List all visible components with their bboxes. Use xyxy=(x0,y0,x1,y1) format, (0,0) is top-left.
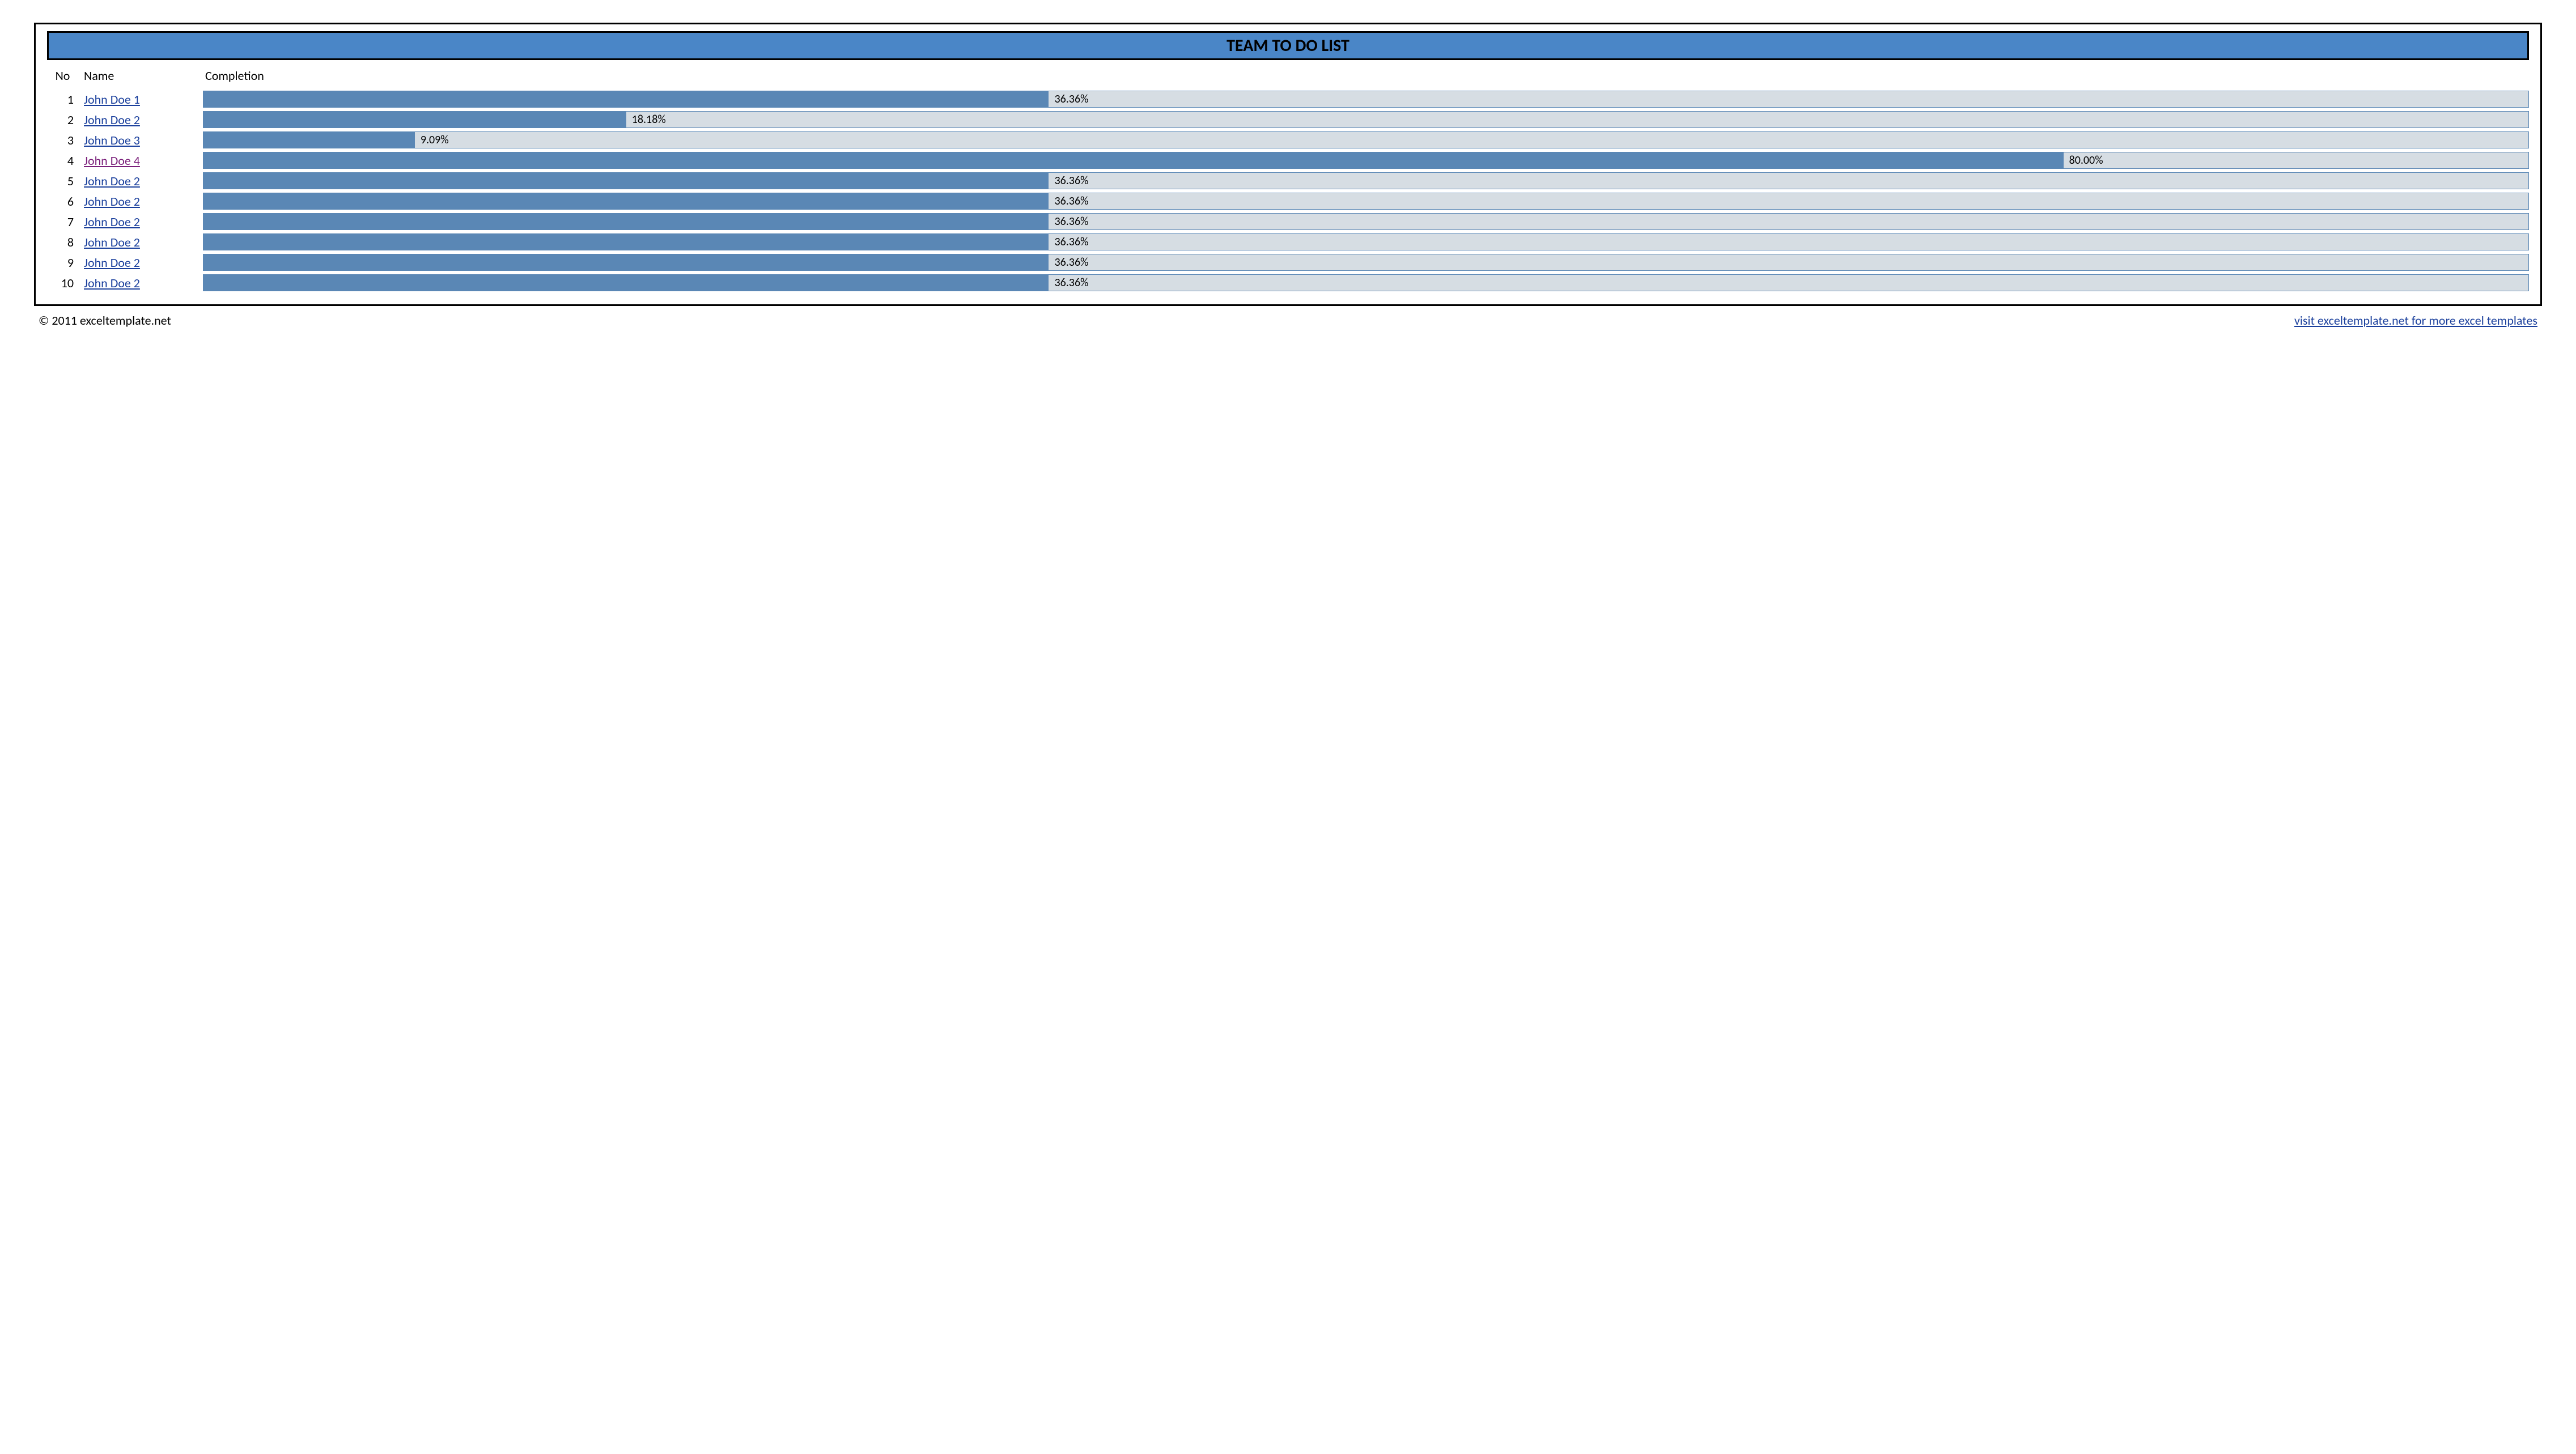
progress-bar: 36.36% xyxy=(203,213,2529,230)
name-link[interactable]: John Doe 3 xyxy=(84,133,140,148)
row-number: 8 xyxy=(47,235,78,250)
footer: © 2011 exceltemplate.net visit exceltemp… xyxy=(34,306,2542,328)
progress-label: 36.36% xyxy=(1049,256,1088,269)
name-link[interactable]: John Doe 4 xyxy=(84,153,140,168)
progress-bar: 18.18% xyxy=(203,111,2529,128)
progress-label: 80.00% xyxy=(2064,154,2103,167)
completion-cell: 36.36% xyxy=(203,232,2529,252)
completion-cell: 9.09% xyxy=(203,130,2529,150)
row-name: John Doe 2 xyxy=(84,194,197,209)
name-link[interactable]: John Doe 2 xyxy=(84,275,140,291)
progress-label: 18.18% xyxy=(626,113,666,126)
name-link[interactable]: John Doe 2 xyxy=(84,235,140,250)
name-link[interactable]: John Doe 2 xyxy=(84,173,140,189)
header-completion: Completion xyxy=(203,65,2529,89)
progress-bar: 80.00% xyxy=(203,152,2529,169)
progress-label: 36.36% xyxy=(1049,92,1088,106)
footer-link[interactable]: visit exceltemplate.net for more excel t… xyxy=(2294,313,2537,328)
progress-bar: 36.36% xyxy=(203,233,2529,250)
name-link[interactable]: John Doe 1 xyxy=(84,92,140,107)
row-number: 7 xyxy=(47,214,78,229)
row-number: 3 xyxy=(47,133,78,148)
progress-fill xyxy=(203,112,626,127)
row-name: John Doe 4 xyxy=(84,153,197,168)
progress-fill xyxy=(203,275,1049,291)
name-link[interactable]: John Doe 2 xyxy=(84,214,140,229)
completion-cell: 36.36% xyxy=(203,211,2529,232)
row-number: 4 xyxy=(47,153,78,168)
row-name: John Doe 2 xyxy=(84,112,197,127)
progress-bar: 36.36% xyxy=(203,193,2529,210)
completion-cell: 36.36% xyxy=(203,171,2529,191)
progress-bar: 36.36% xyxy=(203,254,2529,271)
progress-bar: 36.36% xyxy=(203,91,2529,108)
progress-label: 36.36% xyxy=(1049,235,1088,249)
progress-bar: 36.36% xyxy=(203,274,2529,291)
progress-label: 36.36% xyxy=(1049,276,1088,290)
progress-label: 36.36% xyxy=(1049,174,1088,188)
page-title: TEAM TO DO LIST xyxy=(47,31,2529,60)
row-name: John Doe 2 xyxy=(84,235,197,250)
completion-cell: 80.00% xyxy=(203,150,2529,171)
progress-fill xyxy=(203,152,2064,168)
row-number: 5 xyxy=(47,173,78,189)
progress-label: 9.09% xyxy=(415,133,449,147)
row-name: John Doe 3 xyxy=(84,133,197,148)
name-link[interactable]: John Doe 2 xyxy=(84,255,140,270)
progress-label: 36.36% xyxy=(1049,215,1088,228)
progress-bar: 36.36% xyxy=(203,172,2529,189)
row-number: 2 xyxy=(47,112,78,127)
row-name: John Doe 1 xyxy=(84,92,197,107)
completion-cell: 18.18% xyxy=(203,109,2529,130)
row-name: John Doe 2 xyxy=(84,173,197,189)
progress-fill xyxy=(203,132,415,148)
row-number: 10 xyxy=(47,275,78,291)
completion-cell: 36.36% xyxy=(203,89,2529,109)
completion-cell: 36.36% xyxy=(203,191,2529,211)
progress-fill xyxy=(203,173,1049,189)
progress-fill xyxy=(203,254,1049,270)
progress-bar: 9.09% xyxy=(203,131,2529,148)
row-number: 6 xyxy=(47,194,78,209)
data-grid: No Name Completion 1 John Doe 1 36.36% 2 Joh… xyxy=(47,65,2529,293)
progress-fill xyxy=(203,91,1049,107)
main-frame: TEAM TO DO LIST No Name Completion 1 John… xyxy=(34,23,2542,306)
header-no: No xyxy=(47,65,78,89)
progress-fill xyxy=(203,193,1049,209)
row-name: John Doe 2 xyxy=(84,275,197,291)
copyright-text: © 2011 exceltemplate.net xyxy=(39,313,171,328)
name-link[interactable]: John Doe 2 xyxy=(84,194,140,209)
completion-cell: 36.36% xyxy=(203,273,2529,293)
row-number: 1 xyxy=(47,92,78,107)
progress-fill xyxy=(203,214,1049,229)
row-number: 9 xyxy=(47,255,78,270)
row-name: John Doe 2 xyxy=(84,214,197,229)
progress-fill xyxy=(203,234,1049,250)
progress-label: 36.36% xyxy=(1049,194,1088,208)
row-name: John Doe 2 xyxy=(84,255,197,270)
completion-cell: 36.36% xyxy=(203,252,2529,273)
name-link[interactable]: John Doe 2 xyxy=(84,112,140,127)
header-name: Name xyxy=(84,65,197,89)
